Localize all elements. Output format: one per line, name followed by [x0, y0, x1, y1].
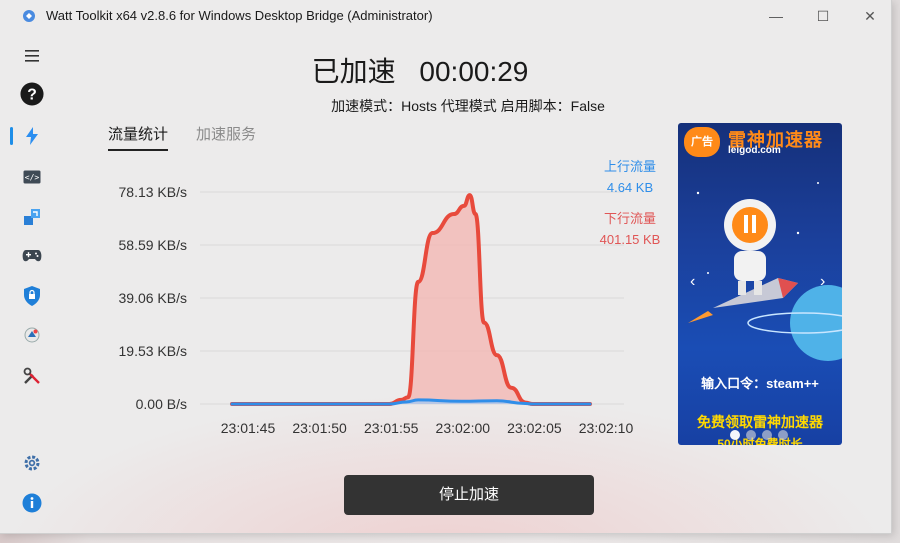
ad-banner[interactable]: 广告 雷神加速器 leigod.com ‹ › 输入口令：steam++ 免费领… [678, 123, 842, 445]
y-tick-label: 78.13 KB/s [119, 184, 188, 200]
ad-carousel-dots[interactable] [730, 430, 788, 440]
minimize-button[interactable]: — [762, 4, 790, 28]
tab-acceleration-services[interactable]: 加速服务 [196, 123, 256, 149]
traffic-chart: 78.13 KB/s 58.59 KB/s 39.06 KB/s 19.53 KB/s… [119, 184, 634, 436]
ad-dot-1[interactable] [730, 430, 740, 440]
app-window: Watt Toolkit x64 v2.8.6 for Windows Desk… [0, 0, 892, 534]
y-tick-label: 58.59 KB/s [119, 237, 188, 253]
ad-illustration [688, 182, 842, 361]
traffic-legend: 上行流量 4.64 KB 下行流量 401.15 KB [590, 156, 670, 250]
stop-acceleration-button[interactable]: 停止加速 [344, 475, 594, 515]
upload-legend-value: 4.64 KB [606, 180, 654, 195]
acceleration-status: 已加速 00:00:29 [0, 50, 840, 90]
x-tick-label: 23:02:05 [507, 420, 562, 436]
y-tick-label: 39.06 KB/s [119, 290, 188, 306]
ad-prev-arrow[interactable]: ‹ [690, 273, 695, 291]
ad-header: 广告 雷神加速器 leigod.com [678, 123, 842, 163]
y-tick-label: 0.00 B/s [136, 396, 187, 412]
window-title: Watt Toolkit x64 v2.8.6 for Windows Desk… [46, 8, 433, 23]
script-code-icon[interactable]: </> [20, 165, 44, 189]
ad-promo-text: 免费领取雷神加速器 [697, 414, 823, 430]
ad-badge: 广告 [684, 127, 720, 157]
settings-gear-icon[interactable] [20, 451, 44, 475]
info-icon[interactable] [20, 491, 44, 515]
download-line [230, 193, 592, 407]
ad-url: leigod.com [728, 145, 781, 156]
x-tick-label: 23:02:10 [579, 420, 634, 436]
app-logo-icon [23, 10, 35, 22]
x-tick-label: 23:01:50 [292, 420, 347, 436]
shield-authenticator-icon[interactable] [20, 284, 44, 308]
acceleration-mode-info: 加速模式：Hosts 代理模式 启用脚本：False [331, 98, 605, 114]
y-tick-label: 19.53 KB/s [119, 343, 188, 359]
status-state: 已加速 [311, 56, 396, 87]
game-list-icon[interactable] [20, 323, 44, 347]
account-switch-icon[interactable] [20, 205, 44, 229]
tab-traffic-stats[interactable]: 流量统计 [108, 123, 169, 151]
x-tick-label: 23:01:55 [364, 420, 419, 436]
title-bar[interactable]: Watt Toolkit x64 v2.8.6 for Windows Desk… [0, 0, 891, 32]
close-button[interactable]: ✕ [856, 4, 884, 28]
download-legend-value: 401.15 KB [599, 232, 661, 247]
ad-dot-3[interactable] [762, 430, 772, 440]
ad-next-arrow[interactable]: › [820, 273, 825, 291]
x-tick-label: 23:02:00 [436, 420, 491, 436]
ad-promo-code: 输入口令：steam++ [701, 376, 819, 391]
gamepad-icon[interactable] [20, 244, 44, 268]
accelerator-lightning-icon[interactable] [20, 124, 44, 148]
download-legend-label: 下行流量 [603, 211, 656, 226]
ad-dot-2[interactable] [746, 430, 756, 440]
tools-icon[interactable] [20, 364, 44, 388]
x-tick-label: 23:01:45 [221, 420, 276, 436]
elapsed-timer: 00:00:29 [419, 56, 529, 87]
svg-text:</>: </> [25, 173, 40, 182]
ad-dot-4[interactable] [778, 430, 788, 440]
upload-legend-label: 上行流量 [603, 159, 656, 174]
sidebar-active-indicator [10, 127, 13, 145]
maximize-button[interactable]: ☐ [809, 4, 837, 28]
